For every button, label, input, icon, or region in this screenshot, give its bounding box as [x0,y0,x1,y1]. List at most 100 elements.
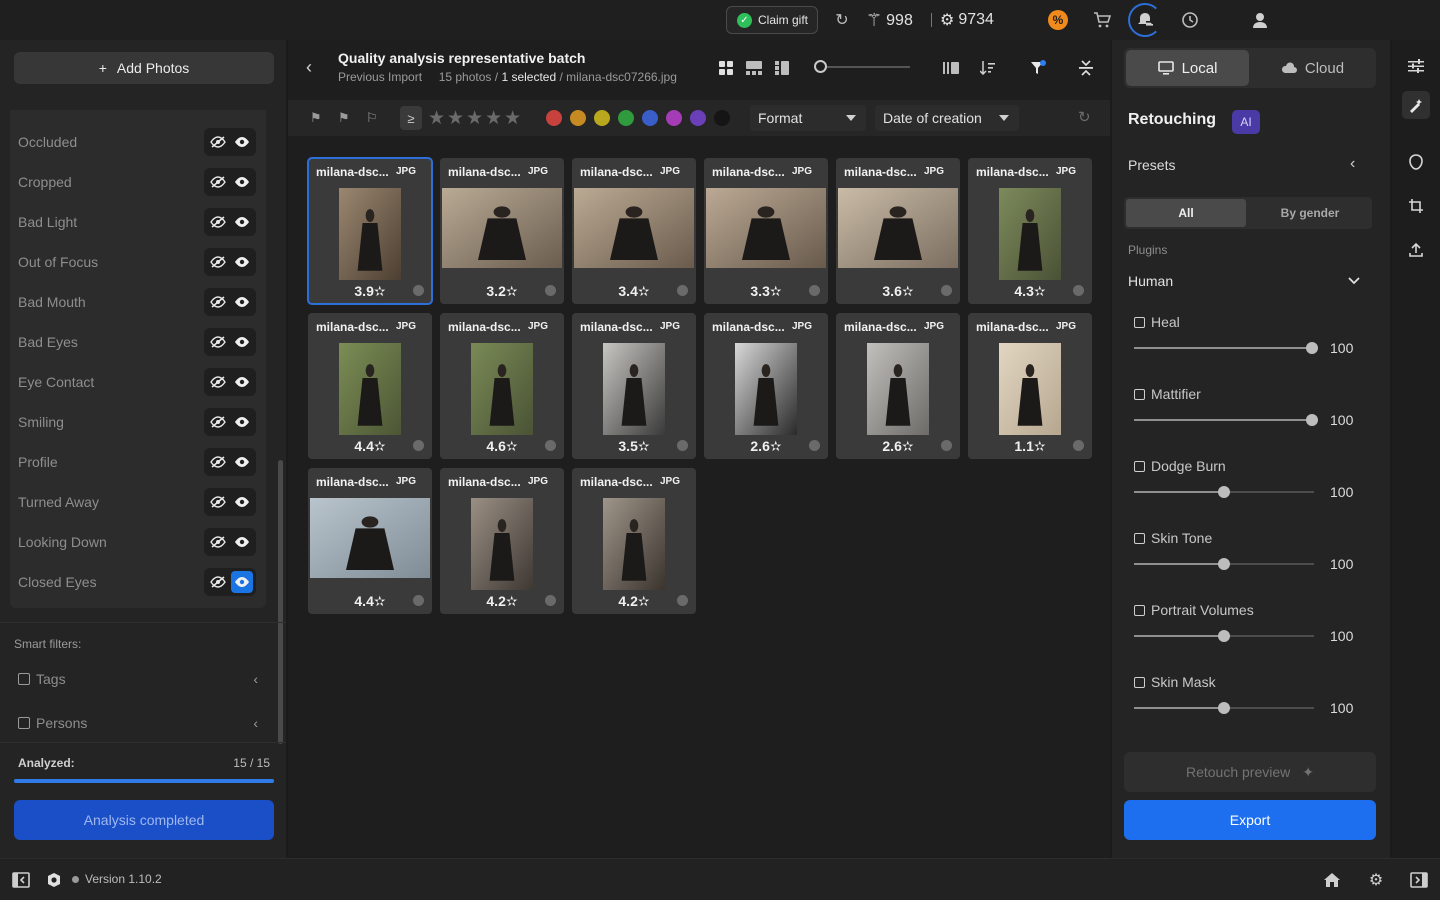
photo-card[interactable]: milana-dsc... JPG 3.3✫ [704,158,828,304]
chevron-left-icon[interactable]: ‹ [253,671,258,687]
photo-select-dot[interactable] [413,285,424,296]
face-mask-icon[interactable] [1402,148,1430,176]
photo-select-dot[interactable] [1073,285,1084,296]
plugin-slider-knob[interactable] [1218,702,1230,714]
photo-select-dot[interactable] [809,440,820,451]
photo-select-dot[interactable] [413,595,424,606]
photo-thumbnail[interactable] [574,188,694,268]
eye-off-icon[interactable] [207,291,229,313]
plugin-slider-knob[interactable] [1306,342,1318,354]
eye-icon[interactable] [231,411,253,433]
add-photos-button[interactable]: + Add Photos [14,52,274,84]
color-label-dot[interactable] [666,110,682,126]
eye-off-icon[interactable] [207,371,229,393]
plugin-toggle[interactable]: Mattifier [1134,386,1201,402]
photo-thumbnail[interactable] [339,343,401,435]
plugin-toggle[interactable]: Skin Mask [1134,674,1216,690]
flag-pick-icon[interactable]: ⚑ [310,110,322,126]
photo-thumbnail[interactable] [603,498,665,590]
color-label-dot[interactable] [642,110,658,126]
photo-card[interactable]: milana-dsc... JPG 4.6✫ [440,313,564,459]
rating-comparator-button[interactable]: ≥ [400,106,422,130]
refresh-icon[interactable]: ↻ [830,8,854,32]
plugin-slider-knob[interactable] [1218,558,1230,570]
back-chevron-icon[interactable]: ‹ [306,57,312,78]
collapse-left-panel-icon[interactable] [10,869,32,891]
filmstrip-view-icon[interactable] [772,58,792,78]
color-label-dot[interactable] [690,110,706,126]
photo-select-dot[interactable] [545,285,556,296]
eye-icon[interactable] [231,491,253,513]
zoom-slider-track[interactable] [818,66,910,68]
photo-thumbnail[interactable] [442,188,562,268]
photo-card[interactable]: milana-dsc... JPG 4.3✫ [968,158,1092,304]
photo-select-dot[interactable] [545,595,556,606]
photo-card[interactable]: milana-dsc... JPG 3.4✫ [572,158,696,304]
plugin-checkbox[interactable] [1134,676,1145,688]
eye-off-icon[interactable] [207,531,229,553]
sort-dropdown[interactable]: Date of creation [875,105,1019,131]
photo-thumbnail[interactable] [603,343,665,435]
upload-icon[interactable] [1402,236,1430,264]
eye-icon[interactable] [231,571,253,593]
photo-card[interactable]: milana-dsc... JPG 1.1✫ [968,313,1092,459]
photo-thumbnail[interactable] [471,498,533,590]
photo-select-dot[interactable] [677,595,688,606]
plugin-slider-track[interactable] [1134,419,1314,421]
plugin-slider-knob[interactable] [1218,630,1230,642]
chevron-left-icon[interactable]: ‹ [1350,155,1355,173]
collapse-right-panel-icon[interactable] [1408,869,1430,891]
photo-card[interactable]: milana-dsc... JPG 4.2✫ [440,468,564,614]
sort-order-icon[interactable] [978,58,998,78]
eye-off-icon[interactable] [207,491,229,513]
rating-stars-filter[interactable]: ★★★★★ [428,107,523,130]
photo-thumbnail[interactable] [867,343,929,435]
eye-off-icon[interactable] [207,251,229,273]
compare-view-icon[interactable] [744,58,764,78]
chevron-left-icon[interactable]: ‹ [253,715,258,731]
photo-select-dot[interactable] [545,440,556,451]
reset-filters-icon[interactable]: ↻ [1078,108,1091,126]
plugin-slider-knob[interactable] [1218,486,1230,498]
color-label-dot[interactable] [618,110,634,126]
format-dropdown[interactable]: Format [750,105,866,131]
promo-icon[interactable]: % [1048,10,1068,30]
photo-card[interactable]: milana-dsc... JPG 3.2✫ [440,158,564,304]
eye-icon[interactable] [231,211,253,233]
plugin-toggle[interactable]: Dodge Burn [1134,458,1226,474]
retouch-brush-icon[interactable] [1402,91,1430,119]
eye-off-icon[interactable] [207,411,229,433]
cloud-button[interactable]: Cloud [1251,50,1374,86]
eye-icon[interactable] [231,371,253,393]
photo-select-dot[interactable] [413,440,424,451]
home-icon[interactable] [1321,869,1343,891]
zoom-slider-knob[interactable] [814,60,827,73]
smart-filter-tags[interactable]: Tags ‹ [18,669,258,689]
photo-card[interactable]: milana-dsc... JPG 2.6✫ [704,313,828,459]
claim-gift-button[interactable]: ✓ Claim gift [726,6,818,34]
plugin-toggle[interactable]: Heal [1134,314,1180,330]
eye-off-icon[interactable] [207,451,229,473]
local-button[interactable]: Local [1126,50,1249,86]
photo-card[interactable]: milana-dsc... JPG 3.9✫ [307,157,433,305]
history-icon[interactable] [1178,8,1202,32]
photo-card[interactable]: milana-dsc... JPG 4.4✫ [308,313,432,459]
left-panel-scrollbar[interactable] [278,460,283,744]
eye-icon[interactable] [231,291,253,313]
color-label-dot[interactable] [546,110,562,126]
cart-icon[interactable] [1090,8,1114,32]
collapse-vertical-icon[interactable] [1076,58,1096,78]
photo-thumbnail[interactable] [735,343,797,435]
adjustments-icon[interactable] [1402,52,1430,80]
eye-icon[interactable] [231,171,253,193]
eye-off-icon[interactable] [207,331,229,353]
eye-off-icon[interactable] [207,131,229,153]
photo-card[interactable]: milana-dsc... JPG 4.4✫ [308,468,432,614]
flag-unflagged-icon[interactable]: ⚐ [366,110,378,126]
plugin-checkbox[interactable] [1134,388,1145,400]
photo-select-dot[interactable] [677,440,688,451]
crop-icon[interactable] [1402,192,1430,220]
grid-view-icon[interactable] [716,58,736,78]
plugin-toggle[interactable]: Portrait Volumes [1134,602,1254,618]
analysis-completed-button[interactable]: Analysis completed [14,800,274,840]
